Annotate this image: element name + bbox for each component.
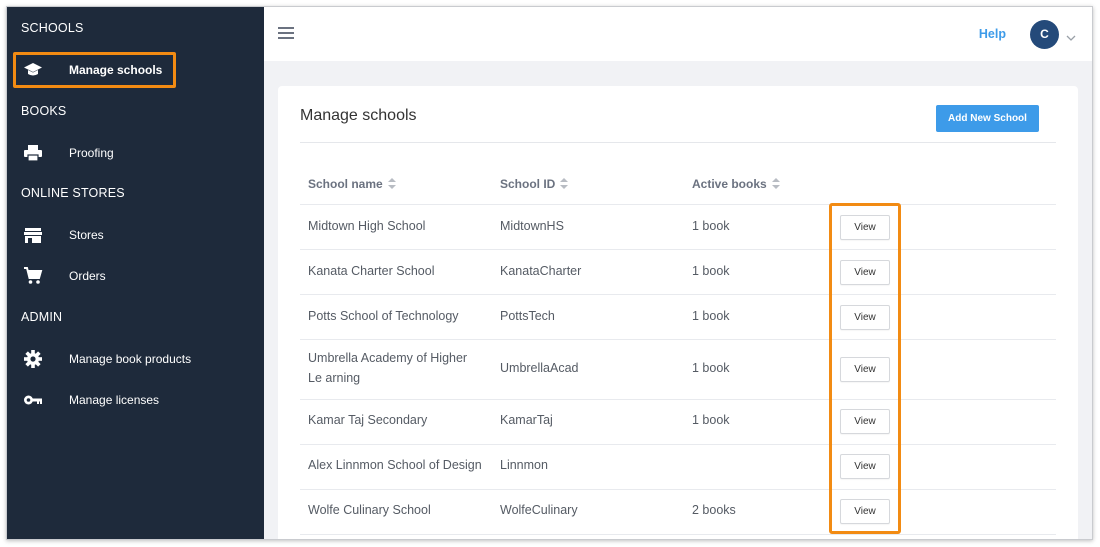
active-books-cell: 1 book [692, 264, 730, 278]
school-id-cell: UmbrellaAcad [500, 361, 579, 375]
hamburger-menu-icon[interactable] [278, 27, 294, 39]
school-name-cell: Potts School of Technology [308, 309, 459, 323]
active-books-cell: 2 books [692, 503, 736, 517]
sidebar-item-stores[interactable]: Stores [7, 218, 264, 252]
school-name-cell: Kanata Charter School [308, 264, 435, 278]
sort-icon [771, 178, 780, 189]
sidebar-item-label: Proofing [69, 146, 114, 160]
avatar[interactable]: C [1030, 20, 1059, 49]
divider [300, 534, 1056, 535]
school-name-cell: Wolfe Culinary School [308, 503, 431, 517]
sidebar-item-label: Manage licenses [69, 393, 160, 407]
school-id-cell: KamarTaj [500, 413, 553, 427]
divider [300, 142, 1056, 143]
active-books-cell: 1 book [692, 309, 730, 323]
sort-icon [560, 178, 569, 189]
chevron-down-icon[interactable] [1066, 29, 1076, 41]
schools-card: Manage schools Add New School School nam… [278, 86, 1078, 539]
divider [300, 249, 1056, 250]
sidebar-item-label: Manage book products [69, 352, 192, 366]
divider [300, 489, 1056, 490]
help-link[interactable]: Help [979, 27, 1006, 41]
school-name-cell: Alex Linnmon School of Design [308, 458, 482, 472]
school-name-cell: Midtown High School [308, 219, 426, 233]
school-name-cell: Umbrella Academy of Higher Le arning [308, 351, 468, 385]
school-id-cell: Linnmon [500, 458, 548, 472]
column-header-label: School ID [500, 177, 556, 191]
top-bar: Help C [264, 7, 1092, 61]
school-id-cell: MidtownHS [500, 219, 564, 233]
sidebar-item-manage-book-products[interactable]: Manage book products [7, 342, 264, 376]
sidebar-item-orders[interactable]: Orders [7, 259, 264, 293]
sidebar-item-label: Orders [69, 269, 106, 283]
main-content: Help C Manage schools Add New School Sch… [264, 7, 1092, 539]
active-books-cell: 1 book [692, 219, 730, 233]
sidebar-section-online-stores: ONLINE STORES [21, 186, 125, 200]
storefront-icon [23, 226, 43, 244]
divider [300, 399, 1056, 400]
app-window: SCHOOLS Manage schools BOOKS Proofing ON… [6, 6, 1093, 540]
column-header-school-name[interactable]: School name [308, 177, 396, 191]
school-name-cell: Kamar Taj Secondary [308, 413, 428, 427]
key-icon [23, 391, 43, 409]
printer-icon [23, 144, 43, 162]
sidebar-item-manage-licenses[interactable]: Manage licenses [7, 383, 264, 417]
divider [300, 339, 1056, 340]
school-id-cell: KanataCharter [500, 264, 582, 278]
sidebar-item-proofing[interactable]: Proofing [7, 136, 264, 170]
column-header-school-id[interactable]: School ID [500, 177, 569, 191]
sidebar-item-label: Stores [69, 228, 104, 242]
sidebar-section-books: BOOKS [21, 104, 67, 118]
divider [300, 294, 1056, 295]
page-title: Manage schools [300, 107, 417, 124]
sidebar-section-admin: ADMIN [21, 310, 63, 324]
sidebar: SCHOOLS Manage schools BOOKS Proofing ON… [7, 7, 264, 539]
cart-icon [23, 267, 43, 285]
sort-icon [387, 178, 396, 189]
school-id-cell: WolfeCulinary [500, 503, 578, 517]
divider [300, 204, 1056, 205]
active-books-cell: 1 book [692, 413, 730, 427]
add-new-school-button[interactable]: Add New School [936, 105, 1039, 132]
school-id-cell: PottsTech [500, 309, 555, 323]
column-header-label: School name [308, 177, 383, 191]
column-header-label: Active books [692, 177, 767, 191]
column-header-active-books[interactable]: Active books [692, 177, 780, 191]
divider [300, 444, 1056, 445]
gear-icon [23, 350, 43, 368]
highlight-box [13, 52, 176, 88]
sidebar-section-schools: SCHOOLS [21, 21, 84, 35]
highlight-box [829, 203, 901, 534]
active-books-cell: 1 book [692, 361, 730, 375]
